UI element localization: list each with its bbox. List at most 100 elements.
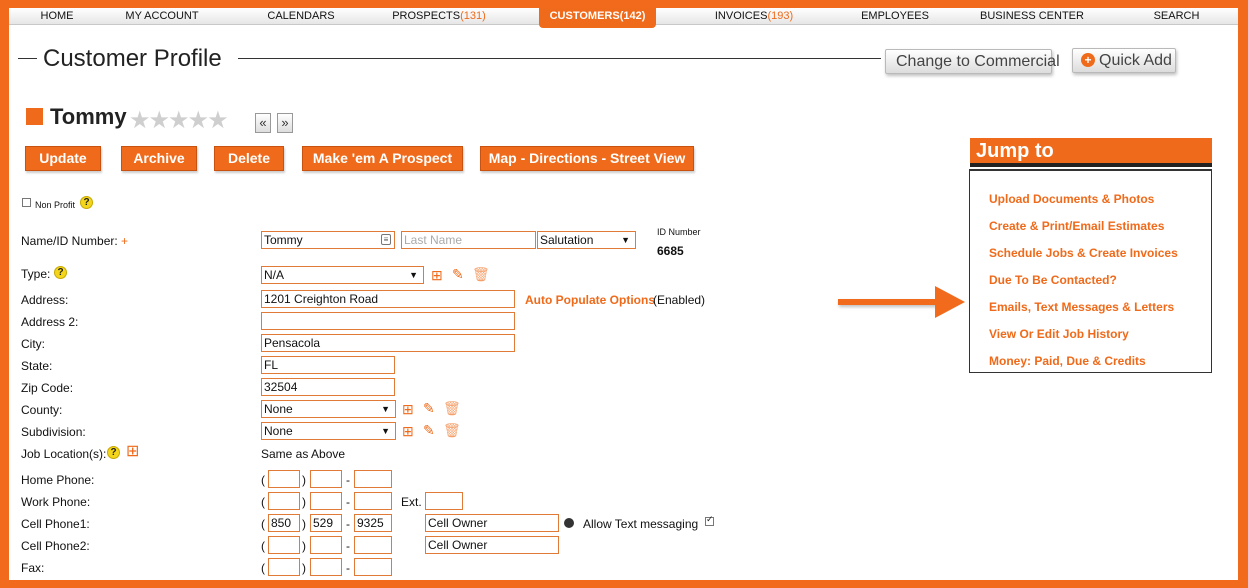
last-name-input[interactable]: Last Name <box>401 231 536 249</box>
delete-button[interactable]: Delete <box>214 146 284 171</box>
fax-label: Fax: <box>21 561 45 575</box>
trash-icon[interactable]: 🗑 <box>472 267 490 281</box>
quick-add-button[interactable]: + Quick Add <box>1072 48 1176 73</box>
county-add-icon[interactable]: ⊞ <box>402 402 414 416</box>
carrier-icon[interactable] <box>564 518 574 528</box>
city-label: City: <box>21 337 45 351</box>
make-prospect-button[interactable]: Make 'em A Prospect <box>302 146 463 171</box>
nav-home[interactable]: HOME <box>29 8 85 25</box>
nav-employees[interactable]: EMPLOYEES <box>855 8 935 25</box>
fax-prefix-input[interactable] <box>310 558 342 576</box>
subdivision-label: Subdivision: <box>21 425 86 439</box>
zip-input[interactable]: 32504 <box>261 378 395 396</box>
contact-card-icon[interactable]: ≡ <box>381 234 391 245</box>
fax-area-input[interactable] <box>268 558 300 576</box>
address2-input[interactable] <box>261 312 515 330</box>
work-phone-ext-input[interactable] <box>425 492 463 510</box>
home-phone-area-input[interactable] <box>268 470 300 488</box>
allow-text-label: Allow Text messaging <box>583 517 699 531</box>
cell2-owner-input[interactable]: Cell Owner <box>425 536 559 554</box>
nav-prospects[interactable]: PROSPECTS(131) <box>389 8 489 25</box>
address-input[interactable]: 1201 Creighton Road <box>261 290 515 308</box>
county-trash-icon[interactable]: 🗑 <box>443 401 461 415</box>
nav-calendars[interactable]: CALENDARS <box>261 8 341 25</box>
type-label: Type: <box>21 267 51 281</box>
cell1-area-input[interactable]: 850 <box>268 514 300 532</box>
auto-populate-link[interactable]: Auto Populate Options <box>525 293 655 307</box>
jump-link-job-history[interactable]: View Or Edit Job History <box>989 327 1129 341</box>
job-location-help-icon[interactable]: ? <box>107 446 120 459</box>
subdivision-add-icon[interactable]: ⊞ <box>402 424 414 438</box>
title-rule-right <box>238 58 881 59</box>
app-frame: HOME MY ACCOUNT CALENDARS PROSPECTS(131)… <box>9 8 1238 580</box>
cell1-label: Cell Phone1: <box>21 517 90 531</box>
non-profit-checkbox[interactable] <box>22 198 31 207</box>
fax-line-input[interactable] <box>354 558 392 576</box>
nav-search[interactable]: SEARCH <box>1149 8 1204 25</box>
customer-color-square <box>26 108 43 125</box>
paren-open: ( <box>261 495 265 509</box>
cell2-line-input[interactable] <box>354 536 392 554</box>
cell1-owner-input[interactable]: Cell Owner <box>425 514 559 532</box>
ext-label: Ext. <box>401 495 422 509</box>
jump-link-schedule-jobs[interactable]: Schedule Jobs & Create Invoices <box>989 246 1178 260</box>
first-name-input[interactable]: Tommy ≡ <box>261 231 395 249</box>
cell2-prefix-input[interactable] <box>310 536 342 554</box>
nav-my-account[interactable]: MY ACCOUNT <box>117 8 207 25</box>
job-location-add-icon[interactable]: ⊞ <box>126 444 139 460</box>
previous-customer-button[interactable]: « <box>255 113 271 133</box>
state-input[interactable]: FL <box>261 356 395 374</box>
archive-button[interactable]: Archive <box>121 146 197 171</box>
quick-add-label: Quick Add <box>1099 52 1172 69</box>
help-icon[interactable]: ? <box>80 196 93 209</box>
nav-prospects-count: (131) <box>460 10 486 22</box>
jump-link-estimates[interactable]: Create & Print/Email Estimates <box>989 219 1164 233</box>
nav-customers[interactable]: CUSTOMERS(142) <box>539 8 656 28</box>
home-phone-line-input[interactable] <box>354 470 392 488</box>
dash: - <box>346 473 350 487</box>
city-input[interactable]: Pensacola <box>261 334 515 352</box>
jump-link-due-contact[interactable]: Due To Be Contacted? <box>989 273 1117 287</box>
salutation-select[interactable]: Salutation <box>537 231 636 249</box>
star-rating[interactable]: ★★★★★ <box>129 109 229 133</box>
add-icon[interactable]: ⊞ <box>431 268 443 282</box>
work-phone-area-input[interactable] <box>268 492 300 510</box>
work-phone-line-input[interactable] <box>354 492 392 510</box>
work-phone-prefix-input[interactable] <box>310 492 342 510</box>
jump-link-upload-documents[interactable]: Upload Documents & Photos <box>989 192 1154 206</box>
cell1-prefix-input[interactable]: 529 <box>310 514 342 532</box>
paren-close: ) <box>302 495 306 509</box>
nav-invoices[interactable]: INVOICES(193) <box>709 8 799 25</box>
arrow-head-icon <box>935 286 965 318</box>
title-rule-left <box>18 58 37 59</box>
home-phone-prefix-input[interactable] <box>310 470 342 488</box>
subdivision-pencil-icon[interactable]: ✎ <box>423 423 435 437</box>
pencil-icon[interactable]: ✎ <box>452 267 464 281</box>
type-help-icon[interactable]: ? <box>54 266 67 279</box>
cell1-line-input[interactable]: 9325 <box>354 514 392 532</box>
update-button[interactable]: Update <box>25 146 101 171</box>
first-name-value: Tommy <box>264 233 303 247</box>
paren-close: ) <box>302 561 306 575</box>
change-to-commercial-button[interactable]: Change to Commercial <box>885 49 1060 74</box>
work-phone-label: Work Phone: <box>21 495 91 509</box>
paren-open: ( <box>261 539 265 553</box>
paren-close: ) <box>302 539 306 553</box>
subdivision-trash-icon[interactable]: 🗑 <box>443 423 461 437</box>
jump-link-emails-texts[interactable]: Emails, Text Messages & Letters <box>989 300 1174 314</box>
county-pencil-icon[interactable]: ✎ <box>423 401 435 415</box>
jump-link-money[interactable]: Money: Paid, Due & Credits <box>989 354 1146 368</box>
type-select[interactable]: N/A <box>261 266 424 284</box>
job-location-label: Job Location(s): <box>21 447 107 461</box>
nav-business-center[interactable]: BUSINESS CENTER <box>977 8 1087 25</box>
subdivision-select[interactable]: None <box>261 422 396 440</box>
cell2-area-input[interactable] <box>268 536 300 554</box>
nav-customers-count: (142) <box>619 10 646 22</box>
next-customer-button[interactable]: » <box>277 113 293 133</box>
nav-invoices-label: INVOICES <box>714 10 768 22</box>
dash: - <box>346 539 350 553</box>
allow-text-checkbox[interactable] <box>705 514 714 526</box>
customer-name: Tommy <box>50 104 127 129</box>
map-directions-button[interactable]: Map - Directions - Street View <box>480 146 694 171</box>
county-select[interactable]: None <box>261 400 396 418</box>
